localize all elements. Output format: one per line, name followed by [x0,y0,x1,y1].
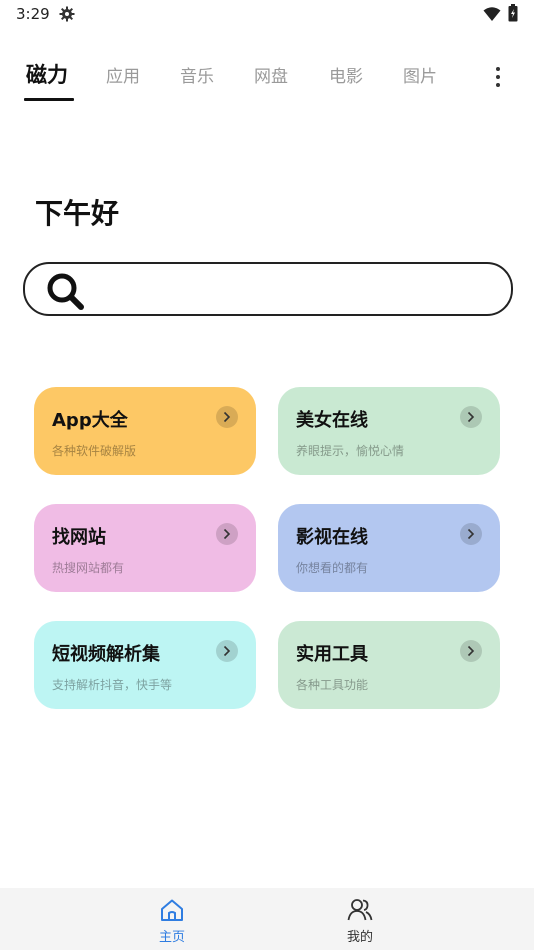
home-icon [161,899,183,921]
card-subtitle: 养眼提示，愉悦心情 [296,444,405,458]
tab-magnet[interactable]: 磁力 [26,59,68,89]
card-find-websites[interactable]: 找网站 热搜网站都有 [34,504,256,592]
nav-home[interactable]: 主页 [132,888,212,950]
bottom-navigation: 主页 我的 [0,888,534,950]
settings-gear-icon [59,6,75,22]
chevron-right-icon[interactable] [460,523,482,545]
tab-music[interactable]: 音乐 [180,62,214,87]
chevron-right-icon[interactable] [460,640,482,662]
nav-profile-label: 我的 [346,930,373,945]
card-title: 短视频解析集 [52,644,160,665]
card-title: 找网站 [52,527,106,548]
tab-images[interactable]: 图片 [403,62,437,87]
card-short-video-parser[interactable]: 短视频解析集 支持解析抖音，快手等 [34,621,256,709]
chevron-right-icon[interactable] [460,406,482,428]
more-options-icon[interactable] [488,66,508,88]
nav-home-label: 主页 [158,930,185,945]
card-utility-tools[interactable]: 实用工具 各种工具功能 [278,621,500,709]
card-subtitle: 各种软件破解版 [52,444,137,458]
tab-netdisk[interactable]: 网盘 [254,62,288,87]
chevron-right-icon[interactable] [216,406,238,428]
tab-apps[interactable]: 应用 [106,62,140,87]
card-title: 美女在线 [296,410,368,431]
card-title: 影视在线 [296,527,368,548]
chevron-right-icon[interactable] [216,523,238,545]
card-beauty-online[interactable]: 美女在线 养眼提示，愉悦心情 [278,387,500,475]
search-icon[interactable] [45,271,85,311]
search-bar[interactable] [23,262,513,316]
card-title: App大全 [52,410,128,431]
card-title: 实用工具 [296,644,368,665]
card-app-collection[interactable]: App大全 各种软件破解版 [34,387,256,475]
card-subtitle: 各种工具功能 [296,678,369,692]
wifi-icon [483,7,501,21]
status-bar: 3:29 [0,0,534,28]
card-subtitle: 你想看的都有 [296,561,369,575]
users-icon [347,899,373,921]
nav-profile[interactable]: 我的 [320,888,400,950]
active-tab-indicator [24,98,74,101]
card-video-online[interactable]: 影视在线 你想看的都有 [278,504,500,592]
greeting-title: 下午好 [35,197,120,230]
chevron-right-icon[interactable] [216,640,238,662]
search-input[interactable] [97,272,501,308]
card-subtitle: 支持解析抖音，快手等 [52,678,173,692]
tab-movies[interactable]: 电影 [329,62,363,87]
battery-icon [508,4,518,22]
category-tabs: 磁力 应用 音乐 网盘 电影 图片 [0,56,534,106]
status-time: 3:29 [16,5,50,23]
card-subtitle: 热搜网站都有 [52,561,125,575]
